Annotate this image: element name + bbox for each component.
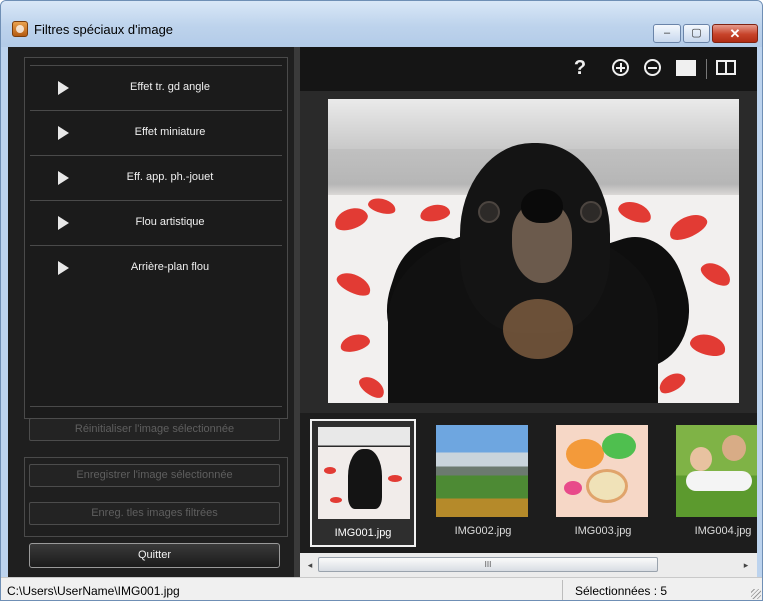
zoom-in-icon[interactable] — [612, 57, 632, 79]
effects-panel: Effet tr. gd angle Effet miniature Eff. … — [8, 47, 294, 577]
thumbnail-strip: IMG001.jpg IMG002.jpg IMG003.jpg IMG004.… — [300, 413, 757, 553]
title-bar[interactable]: Filtres spéciaux d'image – ▢ ✕ — [1, 1, 762, 47]
effect-item-soft-focus[interactable]: Flou artistique — [30, 200, 282, 245]
effect-item-toy-camera[interactable]: Eff. app. ph.-jouet — [30, 155, 282, 200]
save-selected-image-button[interactable]: Enregistrer l'image sélectionnée — [29, 464, 280, 487]
single-view-icon[interactable] — [676, 57, 698, 79]
play-arrow-icon — [58, 126, 69, 140]
thumbnail-img004[interactable]: IMG004.jpg — [670, 419, 757, 547]
status-file-path: C:\Users\UserName\IMG001.jpg — [7, 584, 180, 598]
thumbnail-img001[interactable]: IMG001.jpg — [310, 419, 416, 547]
status-separator — [562, 580, 563, 600]
reset-selected-image-button[interactable]: Réinitialiser l'image sélectionnée — [29, 418, 280, 441]
thumbnail-filename: IMG001.jpg — [334, 527, 392, 539]
quit-button[interactable]: Quitter — [29, 543, 280, 568]
preview-background-counter — [328, 99, 739, 149]
dog-nose — [521, 189, 563, 223]
dog-chest — [503, 299, 573, 359]
thumbnail-filename: IMG004.jpg — [694, 525, 752, 537]
image-preview[interactable] — [328, 99, 739, 403]
zoom-out-icon[interactable] — [644, 57, 664, 79]
effect-label: Flou artistique — [135, 216, 205, 228]
effect-item-miniature[interactable]: Effet miniature — [30, 110, 282, 155]
client-area: Effet tr. gd angle Effet miniature Eff. … — [8, 47, 757, 577]
preview-panel: ? IMG001.jpg IMG002.jpg IMG003.jpg IMG00… — [300, 47, 757, 577]
effects-list: Effet tr. gd angle Effet miniature Eff. … — [24, 57, 288, 419]
close-button[interactable]: ✕ — [712, 24, 758, 43]
effect-item-wide-angle[interactable]: Effet tr. gd angle — [30, 65, 282, 110]
thumbnail-image — [436, 425, 528, 517]
divider — [30, 406, 282, 407]
scrollbar-thumb[interactable]: III — [318, 557, 658, 572]
help-icon[interactable]: ? — [570, 57, 590, 79]
toolbar-separator — [706, 59, 707, 79]
app-icon — [12, 21, 28, 37]
thumbnail-img003[interactable]: IMG003.jpg — [550, 419, 656, 547]
minimize-button[interactable]: – — [653, 24, 681, 43]
save-filtered-images-button[interactable]: Enreg. tles images filtrées — [29, 502, 280, 525]
play-arrow-icon — [58, 216, 69, 230]
thumbnail-scrollbar[interactable]: ◂ III ▸ — [300, 553, 757, 577]
dog-eye-right — [580, 201, 602, 223]
resize-grip-icon[interactable] — [751, 589, 761, 599]
effect-label: Effet miniature — [134, 126, 206, 138]
thumbnail-img002[interactable]: IMG002.jpg — [430, 419, 536, 547]
play-arrow-icon — [58, 171, 69, 185]
thumbnail-filename: IMG002.jpg — [454, 525, 512, 537]
compare-view-icon[interactable] — [716, 57, 738, 79]
save-group: Enregistrer l'image sélectionnée Enreg. … — [24, 457, 288, 537]
play-arrow-icon — [58, 261, 69, 275]
play-arrow-icon — [58, 81, 69, 95]
effect-label: Arrière-plan flou — [130, 261, 210, 273]
dog-eye-left — [478, 201, 500, 223]
window-title: Filtres spéciaux d'image — [34, 22, 174, 37]
effect-label: Effet tr. gd angle — [130, 81, 210, 93]
scroll-right-arrow-icon[interactable]: ▸ — [740, 557, 752, 573]
status-bar: C:\Users\UserName\IMG001.jpg Sélectionné… — [1, 577, 762, 600]
maximize-button[interactable]: ▢ — [683, 24, 710, 43]
thumbnail-filename: IMG003.jpg — [574, 525, 632, 537]
scroll-left-arrow-icon[interactable]: ◂ — [304, 557, 316, 573]
thumbnail-image — [676, 425, 757, 517]
thumbnail-image — [556, 425, 648, 517]
effect-item-blur-background[interactable]: Arrière-plan flou — [30, 245, 282, 290]
thumbnail-image — [318, 427, 410, 519]
app-window: Filtres spéciaux d'image – ▢ ✕ Effet tr.… — [0, 0, 763, 601]
effect-label: Eff. app. ph.-jouet — [126, 171, 214, 183]
view-toolbar: ? — [300, 47, 757, 91]
status-selected-count: Sélectionnées : 5 — [575, 584, 668, 598]
